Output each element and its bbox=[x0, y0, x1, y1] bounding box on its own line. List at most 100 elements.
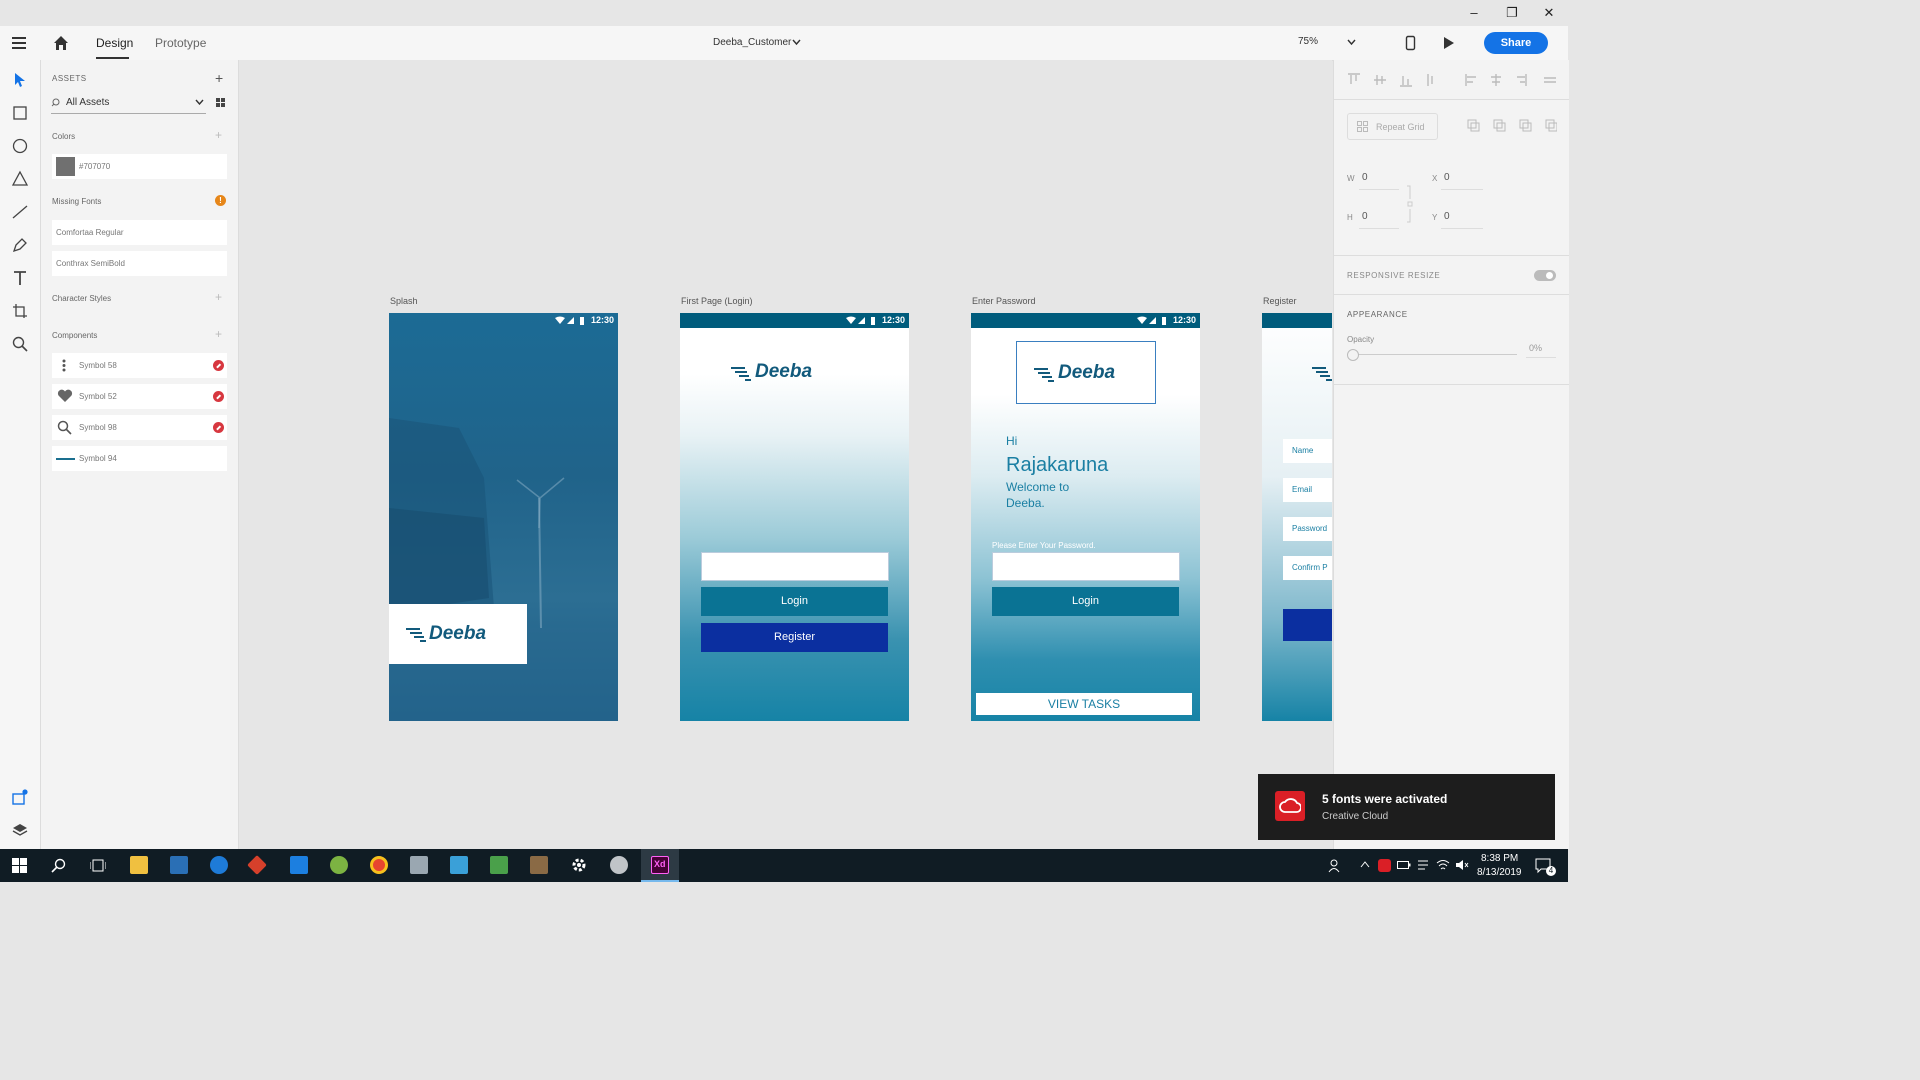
app-icon-4[interactable] bbox=[247, 855, 267, 875]
view-tasks-button[interactable]: VIEW TASKS bbox=[976, 693, 1192, 715]
app-icon-10[interactable] bbox=[490, 856, 508, 874]
edge-browser-icon[interactable] bbox=[210, 856, 228, 874]
menu-icon[interactable] bbox=[12, 36, 28, 50]
email-field[interactable]: Email bbox=[1283, 478, 1332, 502]
people-icon[interactable] bbox=[1328, 858, 1342, 873]
artboard-password[interactable]: 12:30 Deeba Hi Rajakaruna Welcome to Dee… bbox=[971, 313, 1200, 721]
pen-tool-icon[interactable] bbox=[10, 235, 30, 255]
share-button[interactable]: Share bbox=[1484, 32, 1548, 54]
missing-font-row[interactable]: Conthrax SemiBold bbox=[52, 251, 227, 276]
rectangle-tool-icon[interactable] bbox=[10, 103, 30, 123]
tray-chevron-up-icon[interactable] bbox=[1360, 861, 1370, 868]
register-submit-button[interactable] bbox=[1283, 609, 1332, 641]
zoom-tool-icon[interactable] bbox=[10, 334, 30, 354]
repeat-grid-button[interactable]: Repeat Grid bbox=[1347, 113, 1438, 140]
battery-icon[interactable] bbox=[1397, 860, 1411, 870]
wifi-icon[interactable] bbox=[1436, 859, 1450, 871]
windows-start-icon[interactable] bbox=[12, 858, 27, 873]
artboard-tool-icon[interactable] bbox=[10, 301, 30, 321]
artboard-login[interactable]: 12:30 Deeba Login Register bbox=[680, 313, 909, 721]
register-button[interactable]: Register bbox=[701, 623, 888, 652]
play-icon[interactable] bbox=[1443, 36, 1455, 50]
grid-view-icon[interactable] bbox=[216, 98, 225, 107]
add-color-icon[interactable]: + bbox=[215, 128, 222, 142]
task-view-icon[interactable] bbox=[90, 858, 106, 873]
component-row[interactable]: Symbol 58 bbox=[52, 353, 227, 378]
add-character-style-icon[interactable]: + bbox=[215, 290, 222, 304]
filter-chevron-down-icon[interactable] bbox=[195, 99, 204, 105]
notification-toast[interactable]: 5 fonts were activated Creative Cloud bbox=[1258, 774, 1555, 840]
android-studio-icon[interactable] bbox=[330, 856, 348, 874]
select-tool-icon[interactable] bbox=[10, 70, 30, 90]
artboard-register[interactable]: Name Email Password Confirm P bbox=[1262, 313, 1332, 721]
component-row[interactable]: Symbol 52 bbox=[52, 384, 227, 409]
assets-panel-icon[interactable] bbox=[10, 788, 30, 808]
adobe-xd-icon[interactable]: Xd bbox=[651, 856, 669, 874]
settings-gear-icon[interactable] bbox=[570, 856, 588, 874]
app-icon-13[interactable] bbox=[610, 856, 628, 874]
ellipse-tool-icon[interactable] bbox=[10, 136, 30, 156]
artboard-splash[interactable]: 12:30 Deeba bbox=[389, 313, 618, 721]
login-button[interactable]: Login bbox=[701, 587, 888, 616]
width-value[interactable]: 0 bbox=[1362, 172, 1368, 183]
opacity-slider-thumb[interactable] bbox=[1347, 349, 1359, 361]
clock-date[interactable]: 8/13/2019 bbox=[1477, 867, 1522, 878]
align-toolbar-icons[interactable] bbox=[1346, 72, 1556, 88]
lock-aspect-icon[interactable] bbox=[1406, 185, 1414, 223]
artboard-label-splash[interactable]: Splash bbox=[390, 296, 418, 306]
polygon-tool-icon[interactable] bbox=[10, 169, 30, 189]
component-row[interactable]: Symbol 98 bbox=[52, 415, 227, 440]
zoom-chevron-down-icon[interactable] bbox=[1347, 39, 1356, 46]
phone-input[interactable] bbox=[701, 552, 889, 581]
password-input[interactable] bbox=[992, 552, 1180, 581]
password-field[interactable]: Password bbox=[1283, 517, 1332, 541]
password-login-button[interactable]: Login bbox=[992, 587, 1179, 616]
clock-time[interactable]: 8:38 PM bbox=[1481, 853, 1518, 864]
confirm-password-field[interactable]: Confirm P bbox=[1283, 556, 1332, 580]
artboard-label-register[interactable]: Register bbox=[1263, 296, 1297, 306]
y-value[interactable]: 0 bbox=[1444, 211, 1450, 222]
splash-logo-text: Deeba bbox=[429, 623, 487, 644]
keyboard-icon[interactable] bbox=[1417, 859, 1429, 871]
opacity-slider-track[interactable] bbox=[1352, 354, 1517, 355]
home-icon[interactable] bbox=[53, 35, 69, 51]
add-component-icon[interactable]: + bbox=[215, 327, 222, 341]
opacity-value[interactable]: 0% bbox=[1529, 343, 1542, 353]
app-icon-5[interactable] bbox=[290, 856, 308, 874]
x-value[interactable]: 0 bbox=[1444, 172, 1450, 183]
app-icon-2[interactable] bbox=[170, 856, 188, 874]
tab-design[interactable]: Design bbox=[96, 36, 133, 50]
artboard-label-login[interactable]: First Page (Login) bbox=[681, 296, 753, 306]
app-icon-11[interactable] bbox=[530, 856, 548, 874]
minimize-button[interactable]: – bbox=[1465, 4, 1483, 22]
warning-icon[interactable]: ! bbox=[215, 195, 226, 206]
zoom-level[interactable]: 75% bbox=[1298, 36, 1318, 47]
line-tool-icon[interactable] bbox=[10, 202, 30, 222]
responsive-resize-toggle[interactable] bbox=[1534, 270, 1556, 281]
layers-icon[interactable] bbox=[10, 820, 30, 840]
boolean-ops-icons[interactable] bbox=[1467, 119, 1557, 133]
chevron-down-icon[interactable] bbox=[792, 39, 801, 46]
artboard-label-password[interactable]: Enter Password bbox=[972, 296, 1036, 306]
color-swatch-row[interactable]: #707070 bbox=[52, 154, 227, 179]
taskbar-search-icon[interactable] bbox=[51, 858, 66, 873]
chrome-icon[interactable] bbox=[370, 856, 388, 874]
app-icon-8[interactable] bbox=[410, 856, 428, 874]
volume-icon[interactable] bbox=[1455, 859, 1469, 871]
name-field[interactable]: Name bbox=[1283, 439, 1332, 463]
assets-filter[interactable]: All Assets bbox=[66, 97, 109, 108]
creative-cloud-tray-icon[interactable] bbox=[1378, 859, 1391, 872]
missing-font-row[interactable]: Comfortaa Regular bbox=[52, 220, 227, 245]
restore-button[interactable]: ❐ bbox=[1503, 4, 1521, 22]
document-title[interactable]: Deeba_Customer bbox=[713, 37, 791, 48]
height-value[interactable]: 0 bbox=[1362, 211, 1368, 222]
component-row[interactable]: Symbol 94 bbox=[52, 446, 227, 471]
tab-prototype[interactable]: Prototype bbox=[155, 36, 206, 50]
close-button[interactable]: ✕ bbox=[1540, 4, 1558, 22]
design-canvas[interactable]: Splash 12:30 Deeba First Page (Login) 12… bbox=[239, 60, 1332, 849]
text-tool-icon[interactable] bbox=[10, 268, 30, 288]
file-explorer-icon[interactable] bbox=[130, 856, 148, 874]
add-asset-icon[interactable]: + bbox=[215, 70, 223, 86]
app-icon-9[interactable] bbox=[450, 856, 468, 874]
device-preview-icon[interactable] bbox=[1405, 35, 1416, 51]
